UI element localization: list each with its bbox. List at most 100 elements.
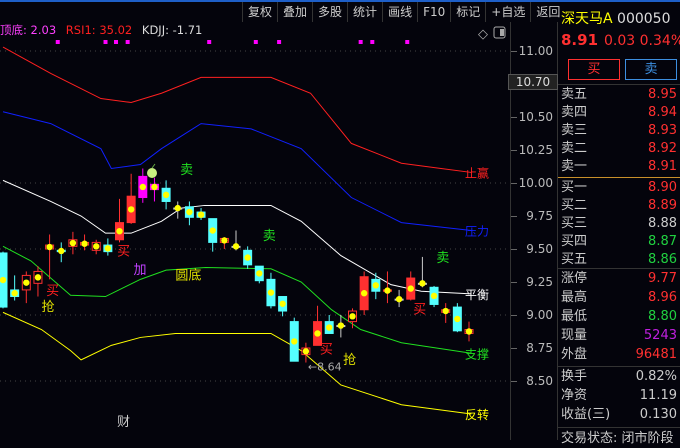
row-value: 8.89 [648, 198, 677, 213]
row-label: 卖五 [561, 87, 588, 102]
row-value: 8.92 [648, 141, 677, 156]
row-value: 8.87 [648, 234, 677, 249]
buy-button[interactable]: 买 [568, 59, 620, 80]
signal-label: 抢 [343, 352, 356, 368]
axis-tick-label: 9.25 [526, 275, 553, 289]
band-label: 反转 [465, 407, 489, 422]
axis-tick-label: 9.50 [526, 242, 553, 256]
signal-label: 加 [133, 263, 146, 278]
divider [558, 427, 680, 428]
row-value: 8.96 [648, 290, 677, 305]
band-line [2, 46, 472, 173]
low-price-marker: ←8.64 [308, 361, 342, 374]
axis-tick-mark [511, 315, 517, 316]
axis-tick-label: 10.50 [518, 110, 553, 124]
top-signal-marker [114, 40, 119, 44]
candle-dot [34, 274, 42, 281]
signal-label: 卖 [263, 229, 276, 244]
row-value: 0.130 [639, 407, 677, 422]
axis-tick-label: 8.75 [526, 341, 553, 355]
band-label: 平衡 [465, 288, 489, 302]
candle-dot [186, 208, 193, 216]
row-label: 买二 [561, 198, 588, 213]
row-value: 8.86 [648, 252, 677, 267]
row-value: 8.90 [648, 180, 677, 195]
sell-button[interactable]: 卖 [625, 59, 677, 80]
apple-icon [147, 168, 157, 178]
ask-row: 卖三 8.93 [561, 122, 677, 140]
candle-dot [116, 227, 123, 235]
bid-row: 买五 8.86 [561, 251, 677, 269]
candle-dot [139, 183, 146, 191]
divider [558, 84, 680, 85]
candle-dot [430, 292, 438, 300]
signal-label: 圆底 [175, 267, 201, 283]
signal-label: 买 [413, 303, 426, 318]
candle-dot [279, 300, 286, 307]
axis-tick-label: 10.00 [518, 176, 553, 190]
row-label: 卖一 [561, 159, 588, 174]
cursor-price-label: 10.70 [508, 74, 558, 90]
candle-dot [162, 191, 170, 199]
top-signal-marker [55, 40, 60, 44]
candle-dot [232, 243, 240, 250]
signal-label: 抢 [41, 299, 54, 315]
candle-dot [174, 204, 181, 212]
kline-chart[interactable]: ◇止赢压力平衡支撑反转买买买买卖卖卖加 圆底抢抢财←8.64 [0, 0, 510, 440]
axis-tick-label: 8.50 [526, 374, 553, 388]
candle-dot [349, 313, 356, 320]
candle-dot [127, 206, 135, 213]
candle-dot [360, 290, 368, 297]
diamond-icon: ◇ [478, 27, 488, 42]
axis-tick-label: 9.00 [526, 308, 553, 322]
signal-label: 买 [46, 284, 59, 299]
candle-dot [442, 307, 449, 315]
row-label: 买四 [561, 234, 588, 249]
stock-name: 深天马A [561, 11, 613, 27]
candle-dot [291, 338, 298, 345]
band-label: 压力 [465, 225, 489, 239]
top-signal-marker [370, 40, 375, 44]
candle-dot [69, 239, 77, 247]
candle-dot [11, 290, 18, 297]
row-value: 8.95 [648, 87, 677, 102]
row-label: 最高 [561, 290, 588, 305]
row-label: 收益(三) [561, 407, 611, 422]
top-signal-marker [277, 40, 282, 44]
candle-dot [256, 270, 263, 277]
stock-quote: 8.91 0.03 0.34% [561, 31, 680, 49]
row-label: 卖二 [561, 141, 588, 156]
row-value: 0.82% [635, 369, 677, 384]
band-label: 止赢 [465, 165, 489, 180]
candle-dot [151, 183, 158, 191]
ask-row: 卖五 8.95 [561, 86, 677, 104]
candle-dot [104, 245, 112, 252]
candle-dot [0, 276, 7, 284]
last-price: 8.91 [561, 31, 599, 49]
top-signal-marker [358, 40, 363, 44]
candle-dot [58, 247, 65, 255]
signal-label: 卖 [180, 163, 193, 178]
row-value: 5243 [643, 328, 677, 343]
divider [558, 366, 680, 367]
bid-row: 买三 8.88 [561, 215, 677, 233]
axis-tick-mark [511, 282, 517, 283]
row-value: 9.77 [648, 271, 677, 286]
row-label: 净资 [561, 388, 588, 403]
candle-dot [93, 243, 100, 250]
candle-dot [81, 240, 88, 247]
row-label: 换手 [561, 369, 588, 384]
stat-row: 现量 5243 [561, 327, 677, 345]
axis-tick-mark [511, 216, 517, 217]
window-toggle-icon-fill [500, 29, 504, 36]
candle-dot [395, 295, 403, 303]
fund-row: 换手 0.82% [561, 368, 677, 386]
row-label: 买三 [561, 216, 588, 231]
axis-tick-mark [511, 183, 517, 184]
divider [558, 177, 680, 178]
apple-stem-icon [151, 163, 156, 169]
ask-row: 卖四 8.94 [561, 104, 677, 122]
candle-dot [326, 324, 333, 331]
divider [558, 268, 680, 269]
row-label: 买五 [561, 252, 588, 267]
